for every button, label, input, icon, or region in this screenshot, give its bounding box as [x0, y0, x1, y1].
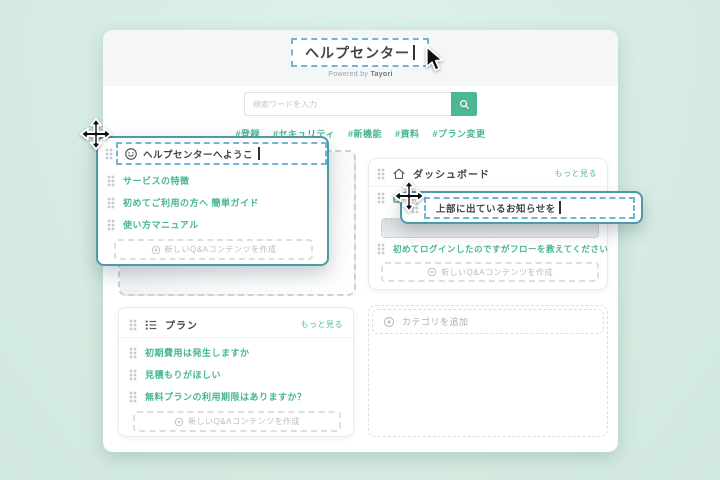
qa-item: 初めてログインしたのですがフローを教えてください	[377, 243, 608, 255]
divider	[369, 186, 607, 187]
add-qa-label: 新しいQ&Aコンテンツを作成	[441, 267, 553, 278]
category-title-editor[interactable]: ヘルプセンターへようこ	[116, 142, 327, 165]
powered-by-prefix: Powered by	[328, 71, 368, 78]
drag-handle[interactable]	[129, 319, 137, 331]
home-icon	[392, 167, 406, 181]
category-title-text: プラン	[165, 317, 198, 332]
drag-handle[interactable]	[107, 219, 115, 231]
add-qa-label: 新しいQ&Aコンテンツを作成	[188, 416, 300, 427]
tag-link[interactable]: #プラン変更	[433, 127, 486, 140]
plus-circle-icon	[427, 267, 437, 277]
drag-handle[interactable]	[129, 347, 137, 359]
category-card-welcome[interactable]: ヘルプセンターへようこ サービスの特徴 初めてご利用の方へ 簡単ガイド 使い方マ…	[96, 136, 329, 266]
tag-link[interactable]: #資料	[395, 127, 420, 140]
qa-item-title-editor[interactable]: 上部に出ているお知らせを	[424, 197, 635, 219]
add-category-label: カテゴリを追加	[402, 315, 469, 328]
qa-item: 初めてご利用の方へ 簡単ガイド	[107, 196, 259, 209]
qa-item-link[interactable]: 初めてご利用の方へ 簡単ガイド	[123, 196, 259, 209]
brand-name: Tayori	[370, 71, 392, 78]
category-title-text: ヘルプセンターへようこ	[143, 147, 253, 161]
search-input[interactable]	[244, 92, 451, 116]
search-bar	[244, 92, 477, 116]
drag-handle[interactable]	[105, 148, 113, 160]
qa-item-link[interactable]: 初めてログインしたのですがフローを教えてください	[393, 243, 608, 255]
drag-handle[interactable]	[107, 197, 115, 209]
tag-link[interactable]: #新機能	[348, 127, 382, 140]
add-qa-label: 新しいQ&Aコンテンツを作成	[165, 244, 277, 255]
list-icon	[144, 318, 158, 332]
qa-item: サービスの特徴	[107, 174, 190, 187]
category-card-dashboard: ダッシュボード もっと見る 初めてログインしたのですがフローを教えてください 新…	[368, 158, 608, 290]
drag-handle[interactable]	[411, 202, 419, 214]
drag-handle[interactable]	[377, 243, 385, 255]
plus-circle-icon	[383, 316, 395, 328]
text-caret	[559, 201, 561, 214]
qa-item-link[interactable]: 無料プランの利用期限はありますか？	[145, 390, 307, 403]
qa-item-link[interactable]: 初期費用は発生しますか	[145, 346, 250, 359]
qa-item: 無料プランの利用期限はありますか？	[129, 390, 307, 403]
add-category-button[interactable]: カテゴリを追加	[372, 309, 604, 334]
qa-item-ghost	[377, 192, 402, 204]
plus-circle-icon	[151, 245, 161, 255]
qa-item: 初期費用は発生しますか	[129, 346, 250, 359]
drag-handle[interactable]	[377, 168, 385, 180]
qa-item: 使い方マニュアル	[107, 218, 199, 231]
qa-item: 見積もりがほしい	[129, 368, 221, 381]
powered-by: Powered by Tayori	[103, 71, 618, 78]
search-button[interactable]	[451, 92, 477, 116]
qa-item-link[interactable]: 見積もりがほしい	[145, 368, 221, 381]
drag-handle[interactable]	[107, 175, 115, 187]
add-qa-content-button[interactable]: 新しいQ&Aコンテンツを作成	[133, 411, 341, 432]
qa-item-title-text: 上部に出ているお知らせを	[436, 201, 556, 215]
add-qa-content-button[interactable]: 新しいQ&Aコンテンツを作成	[114, 239, 313, 260]
site-title-editor[interactable]: ヘルプセンター	[291, 38, 429, 67]
see-more-link[interactable]: もっと見る	[555, 168, 598, 179]
site-title-text: ヘルプセンター	[305, 43, 410, 63]
help-center-editor: #登録 #セキュリティ #新機能 #資料 #プラン変更 ヘルプセンター Powe…	[0, 0, 720, 480]
drag-handle[interactable]	[129, 369, 137, 381]
plus-circle-icon	[174, 417, 184, 427]
drag-handle[interactable]	[129, 391, 137, 403]
text-caret	[413, 45, 415, 60]
divider	[119, 337, 353, 338]
drag-handle[interactable]	[377, 192, 385, 204]
floating-qa-item-editor[interactable]: 上部に出ているお知らせを	[400, 191, 643, 224]
qa-item-link[interactable]: 使い方マニュアル	[123, 218, 199, 231]
text-caret	[258, 147, 260, 160]
category-title-text: ダッシュボード	[413, 166, 490, 181]
qa-item-link[interactable]: サービスの特徴	[123, 174, 190, 187]
category-card-plan: プラン もっと見る 初期費用は発生しますか 見積もりがほしい 無料プランの利用期…	[118, 307, 354, 437]
see-more-link[interactable]: もっと見る	[301, 319, 344, 330]
search-icon	[459, 99, 470, 110]
add-qa-content-button[interactable]: 新しいQ&Aコンテンツを作成	[381, 262, 599, 282]
add-category-zone: カテゴリを追加	[368, 305, 608, 437]
smiley-icon	[124, 147, 138, 161]
